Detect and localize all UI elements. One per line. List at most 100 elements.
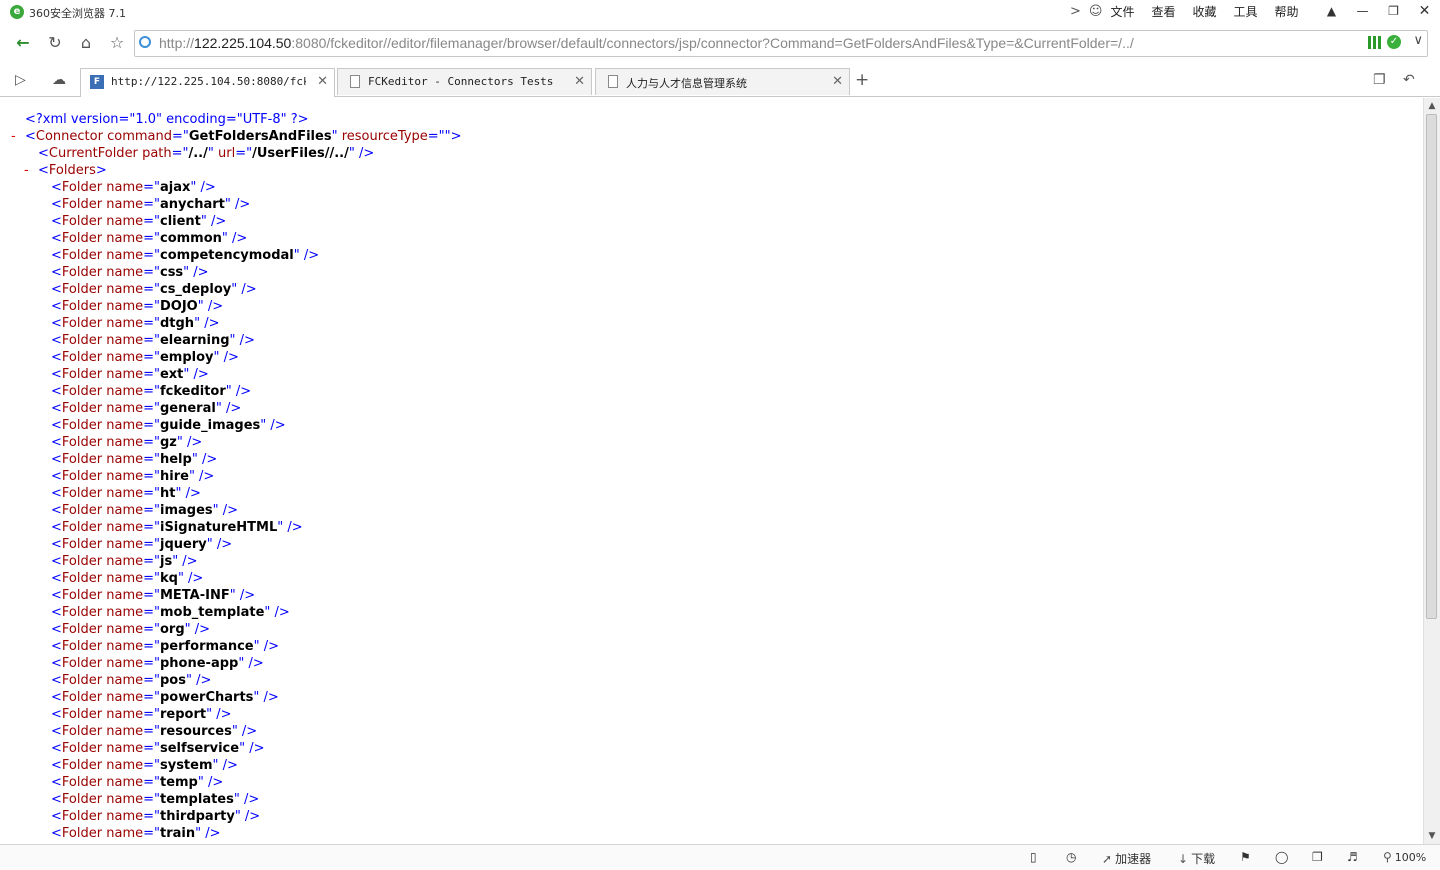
close-window-button[interactable]: ✕	[1409, 0, 1440, 22]
restore-button[interactable]: ❐	[1378, 0, 1409, 22]
refresh-button[interactable]: ↻	[44, 32, 66, 54]
accelerator-label: 加速器	[1115, 852, 1152, 866]
folder-element: <Folder name="mob_template" />	[51, 605, 290, 620]
site-info-icon[interactable]	[139, 36, 151, 48]
collapse-toggle[interactable]: -	[11, 128, 21, 145]
bookmark-star-icon[interactable]: ☆	[106, 32, 128, 54]
folder-name: dtgh	[159, 316, 195, 331]
folder-element: <Folder name="ext" />	[51, 367, 209, 382]
folder-name: client	[159, 214, 201, 229]
folder-element: <Folder name="pos" />	[51, 673, 212, 688]
mobile-icon[interactable]: ▯	[1030, 850, 1037, 864]
tab-fckeditor-connector[interactable]: F http://122.225.104.50:8080/fckedi ✕	[80, 68, 335, 97]
download-label: 下载	[1191, 852, 1216, 866]
menu-help[interactable]: 帮助	[1275, 3, 1299, 20]
folder-name: jquery	[159, 537, 207, 552]
folder-element: <Folder name="css" />	[51, 265, 209, 280]
zoom-control[interactable]: ⚲ 100%	[1383, 850, 1426, 864]
folder-element: <Folder name="fckeditor" />	[51, 384, 252, 399]
folder-name: cs_deploy	[159, 282, 232, 297]
address-bar[interactable]: http://122.225.104.50:8080/fckeditor//ed…	[134, 30, 1428, 57]
folder-element: <Folder name="ht" />	[51, 486, 201, 501]
address-text[interactable]: http://122.225.104.50:8080/fckeditor//ed…	[159, 35, 1134, 51]
browser-logo-icon: e	[10, 5, 24, 19]
folder-element: <Folder name="cs_deploy" />	[51, 282, 257, 297]
folder-element: <Folder name="common" />	[51, 231, 248, 246]
back-button[interactable]: ←	[12, 32, 34, 54]
folder-name: mob_template	[159, 605, 265, 620]
folders-element: <Folders>	[38, 163, 107, 178]
collapse-toggle[interactable]: -	[24, 162, 34, 179]
folder-name: css	[159, 265, 184, 280]
folder-element: <Folder name="images" />	[51, 503, 239, 518]
ie-mode-icon[interactable]: ◯	[1275, 850, 1288, 864]
folder-name: thirdparty	[159, 809, 235, 824]
tab-connectors-tests[interactable]: FCKeditor - Connectors Tests ✕	[337, 68, 592, 95]
new-tab-button[interactable]: +	[855, 70, 869, 90]
folder-element: <Folder name="employ" />	[51, 350, 239, 365]
tab-bar: ▷ ☁ F http://122.225.104.50:8080/fckedi …	[0, 66, 1440, 97]
folder-name: ht	[159, 486, 176, 501]
scrollbar-thumb[interactable]	[1426, 114, 1437, 619]
scroll-down-icon[interactable]: ▼	[1425, 829, 1439, 843]
menu-view[interactable]: 查看	[1151, 3, 1175, 20]
folder-name: resources	[159, 724, 232, 739]
menu-bar: > ☺ 文件 查看 收藏 工具 帮助	[1070, 3, 1316, 20]
folder-element: <Folder name="jquery" />	[51, 537, 233, 552]
folder-name: guide_images	[159, 418, 261, 433]
close-tab-icon[interactable]: ✕	[317, 74, 328, 89]
folder-element: <Folder name="dtgh" />	[51, 316, 220, 331]
security-shield-icon[interactable]: ✓	[1387, 35, 1401, 49]
chevron-right-icon[interactable]: >	[1070, 4, 1081, 19]
fckeditor-favicon-icon: F	[90, 75, 104, 89]
restore-tabs-icon[interactable]: ❐	[1373, 72, 1386, 88]
folder-element: <Folder name="competencymodal" />	[51, 248, 320, 263]
user-icon[interactable]: ☺	[1089, 4, 1103, 19]
connector-element: <Connector command="GetFoldersAndFiles" …	[25, 129, 462, 144]
accelerator-button[interactable]: ➚ 加速器	[1102, 850, 1151, 867]
folder-name: system	[159, 758, 213, 773]
folder-element: <Folder name="elearning" />	[51, 333, 255, 348]
close-tab-icon[interactable]: ✕	[574, 74, 585, 89]
folder-element: <Folder name="hire" />	[51, 469, 215, 484]
sound-icon[interactable]: ♬	[1347, 850, 1358, 864]
close-tab-icon[interactable]: ✕	[832, 74, 843, 89]
vertical-scrollbar[interactable]: ▲ ▼	[1423, 98, 1440, 844]
current-folder-path: /../	[188, 146, 208, 161]
menu-favorites[interactable]: 收藏	[1193, 3, 1217, 20]
menu-tools[interactable]: 工具	[1234, 3, 1258, 20]
folder-element: <Folder name="org" />	[51, 622, 211, 637]
folder-element: <Folder name="DOJO" />	[51, 299, 224, 314]
flag-icon[interactable]: ⚑	[1240, 850, 1251, 864]
folder-name: common	[159, 231, 222, 246]
folder-name: help	[159, 452, 192, 467]
download-icon: ↓	[1178, 852, 1189, 866]
undo-close-icon[interactable]: ↶	[1403, 72, 1415, 88]
folder-name: general	[159, 401, 216, 416]
xml-declaration: <?xml version="1.0" encoding="UTF-8" ?>	[25, 112, 309, 127]
tab-label: FCKeditor - Connectors Tests	[368, 75, 554, 88]
current-folder-url: /UserFiles//../	[252, 146, 349, 161]
folder-element: <Folder name="phone-app" />	[51, 656, 264, 671]
scroll-up-icon[interactable]: ▲	[1425, 99, 1439, 113]
skin-icon[interactable]: ▲	[1316, 0, 1347, 22]
qr-code-icon[interactable]	[1368, 36, 1381, 49]
folder-element: <Folder name="report" />	[51, 707, 232, 722]
chevron-down-icon[interactable]: ∨	[1413, 33, 1423, 48]
sidebar-toggle-icon[interactable]: ▷	[15, 72, 26, 88]
download-button[interactable]: ↓ 下载	[1178, 850, 1215, 867]
minimize-button[interactable]: —	[1347, 0, 1378, 22]
tab-hr-system[interactable]: 人力与人才信息管理系统 ✕	[595, 68, 850, 95]
page-icon	[350, 75, 360, 88]
speed-icon[interactable]: ◷	[1066, 850, 1076, 864]
folder-element: <Folder name="help" />	[51, 452, 218, 467]
window-mode-icon[interactable]: ❐	[1312, 850, 1323, 864]
app-title: 360安全浏览器 7.1	[29, 7, 126, 20]
folder-element: <Folder name="templates" />	[51, 792, 260, 807]
tab-label: 人力与人才信息管理系统	[626, 77, 747, 90]
home-button[interactable]: ⌂	[75, 32, 97, 54]
menu-file[interactable]: 文件	[1110, 3, 1134, 20]
cloud-icon[interactable]: ☁	[52, 72, 66, 88]
folder-element: <Folder name="guide_images" />	[51, 418, 286, 433]
page-icon	[608, 75, 618, 88]
